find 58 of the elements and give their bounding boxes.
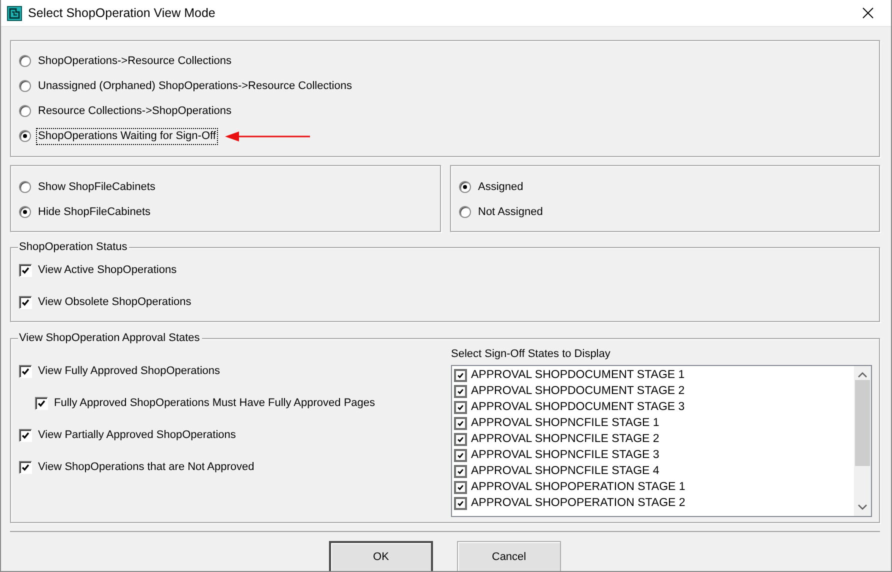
checkbox[interactable] xyxy=(35,396,48,410)
option-label: ShopOperations->Resource Collections xyxy=(37,54,233,68)
option-label: Not Assigned xyxy=(477,204,544,220)
option-label: Unassigned (Orphaned) ShopOperations->Resource Collections xyxy=(37,78,353,94)
checkbox[interactable] xyxy=(19,460,32,474)
checkbox[interactable] xyxy=(454,448,467,462)
list-label: Select Sign-Off States to Display xyxy=(451,347,612,362)
option-label: ShopOperations Waiting for Sign-Off xyxy=(37,128,217,144)
option-label: APPROVAL SHOPDOCUMENT STAGE 3 xyxy=(470,400,686,414)
option-label: APPROVAL SHOPNCFILE STAGE 1 xyxy=(470,416,660,430)
option-label: View Fully Approved ShopOperations xyxy=(37,364,222,378)
radio-button[interactable] xyxy=(19,181,31,193)
option-label: Resource Collections->ShopOperations xyxy=(37,104,233,118)
scrollbar-thumb[interactable] xyxy=(855,380,870,466)
option-label: APPROVAL SHOPNCFILE STAGE 2 xyxy=(470,432,660,446)
radio-button[interactable] xyxy=(19,130,31,142)
checkbox[interactable] xyxy=(454,432,467,446)
checkbox[interactable] xyxy=(454,464,467,478)
radio-button[interactable] xyxy=(459,181,471,193)
checkbox[interactable] xyxy=(454,384,467,398)
checkbox[interactable] xyxy=(454,416,467,430)
checkbox[interactable] xyxy=(454,368,467,382)
option-label: APPROVAL SHOPOPERATION STAGE 1 xyxy=(470,480,686,494)
radio-button[interactable] xyxy=(19,80,31,92)
option-label: APPROVAL SHOPDOCUMENT STAGE 1 xyxy=(470,368,686,382)
checkbox[interactable] xyxy=(19,428,32,442)
option-label: View Obsolete ShopOperations xyxy=(37,294,192,310)
option-label: Show ShopFileCabinets xyxy=(37,180,156,194)
checkbox[interactable] xyxy=(19,364,32,378)
radio-button[interactable] xyxy=(19,206,31,218)
dialog-button[interactable]: OK xyxy=(329,541,433,571)
checkbox[interactable] xyxy=(19,264,32,276)
option-label: APPROVAL SHOPNCFILE STAGE 3 xyxy=(470,448,660,462)
radio-button[interactable] xyxy=(459,206,471,218)
checkbox[interactable] xyxy=(454,480,467,494)
checkbox[interactable] xyxy=(454,496,467,510)
window-title: Select ShopOperation View Mode xyxy=(28,6,216,20)
option-label: View Partially Approved ShopOperations xyxy=(37,428,237,442)
option-label: Assigned xyxy=(477,180,524,194)
radio-button[interactable] xyxy=(19,55,31,67)
option-label: View ShopOperations that are Not Approved xyxy=(37,460,256,474)
radio-button[interactable] xyxy=(19,105,31,117)
sign-off-list[interactable] xyxy=(451,365,872,517)
checkbox[interactable] xyxy=(19,296,32,308)
option-label: Fully Approved ShopOperations Must Have Fully Approved Pages xyxy=(53,396,376,410)
option-label: View Active ShopOperations xyxy=(37,262,178,278)
option-label: APPROVAL SHOPDOCUMENT STAGE 2 xyxy=(470,384,686,398)
checkbox[interactable] xyxy=(454,400,467,414)
scroll-down-icon[interactable] xyxy=(858,504,867,510)
option-label: APPROVAL SHOPNCFILE STAGE 4 xyxy=(470,464,660,478)
option-label: Hide ShopFileCabinets xyxy=(37,204,152,220)
scroll-up-icon[interactable] xyxy=(858,372,867,378)
option-label: APPROVAL SHOPOPERATION STAGE 2 xyxy=(470,496,686,510)
scrollbar[interactable] xyxy=(854,366,871,516)
group-title: ShopOperation Status xyxy=(18,240,130,255)
group-title: View ShopOperation Approval States xyxy=(18,331,202,346)
dialog-button[interactable]: Cancel xyxy=(457,541,561,571)
app-icon xyxy=(7,6,22,20)
